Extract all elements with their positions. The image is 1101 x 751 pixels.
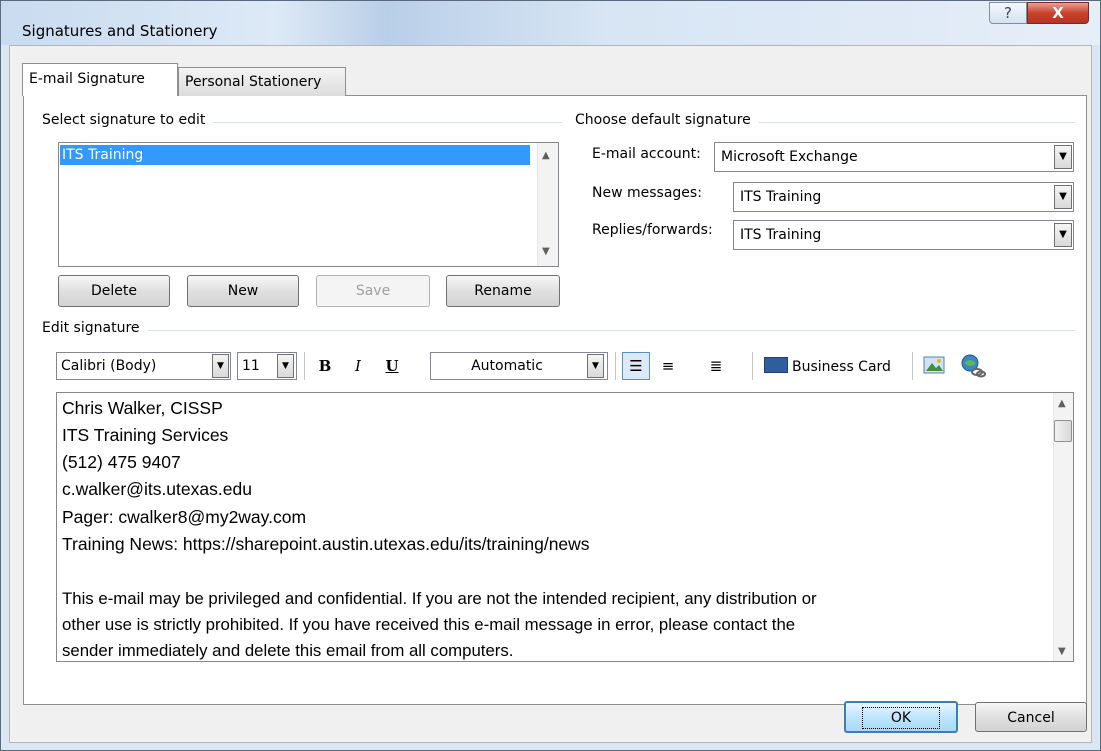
signature-line: (512) 475 9407 <box>62 452 181 472</box>
underline-button[interactable]: U <box>380 353 404 379</box>
tab-personal-stationery[interactable]: Personal Stationery <box>178 67 346 96</box>
chevron-down-icon[interactable]: ▼ <box>1054 185 1072 209</box>
replies-forwards-select[interactable]: ITS Training <box>733 220 1074 250</box>
bold-button[interactable]: B <box>313 353 337 379</box>
tab-email-signature[interactable]: E-mail Signature <box>22 63 178 96</box>
rename-button[interactable]: Rename <box>446 275 560 307</box>
toolbar-separator <box>615 352 616 380</box>
dialog-title: Signatures and Stationery <box>22 22 218 40</box>
chevron-down-icon[interactable]: ▼ <box>212 354 229 378</box>
editor-scroll-thumb[interactable] <box>1054 420 1072 442</box>
align-center-icon: ≡ <box>661 357 675 375</box>
business-card-icon <box>764 357 788 373</box>
scroll-down-icon[interactable]: ▼ <box>1058 646 1066 657</box>
signature-line: ITS Training Services <box>62 425 229 445</box>
scroll-down-icon[interactable]: ▼ <box>542 246 550 257</box>
picture-icon <box>923 356 945 374</box>
signature-line: Pager: cwalker8@my2way.com <box>62 507 307 527</box>
email-account-label: E-mail account: <box>592 146 701 162</box>
choose-default-label: Choose default signature <box>575 112 759 128</box>
signature-line: c.walker@its.utexas.edu <box>62 479 252 499</box>
new-messages-label: New messages: <box>592 185 702 201</box>
email-account-select[interactable]: Microsoft Exchange <box>714 142 1074 172</box>
signature-line: other use is strictly prohibited. If you… <box>62 615 796 634</box>
select-signature-label: Select signature to edit <box>42 112 214 128</box>
save-button[interactable]: Save <box>316 275 430 307</box>
toolbar-separator <box>912 352 913 380</box>
insert-picture-button[interactable] <box>923 355 945 375</box>
signature-line: sender immediately and delete this email… <box>62 641 514 660</box>
signature-list-item[interactable]: ITS Training <box>60 145 530 165</box>
edit-signature-label: Edit signature <box>42 320 148 336</box>
align-center-button[interactable]: ≡ <box>656 353 680 379</box>
chevron-down-icon[interactable]: ▼ <box>277 354 294 378</box>
align-left-icon: ☰ <box>629 357 643 375</box>
font-name-select[interactable]: Calibri (Body) <box>56 352 231 380</box>
scroll-up-icon[interactable]: ▲ <box>542 150 550 161</box>
new-messages-select[interactable]: ITS Training <box>733 182 1074 212</box>
help-button[interactable]: ? <box>989 2 1027 24</box>
edit-group-divider <box>42 330 1075 331</box>
close-button[interactable]: X <box>1027 2 1089 24</box>
font-color-select[interactable]: Automatic <box>430 352 608 380</box>
chevron-down-icon[interactable]: ▼ <box>1054 223 1072 247</box>
align-right-icon: ≣ <box>709 357 723 375</box>
replies-forwards-label: Replies/forwards: <box>592 222 713 238</box>
signature-line: Chris Walker, CISSP <box>62 398 223 418</box>
italic-button[interactable]: I <box>346 353 370 379</box>
ok-button[interactable]: OK <box>844 701 958 733</box>
toolbar-separator <box>752 352 753 380</box>
signature-line: This e-mail may be privileged and confid… <box>62 589 817 608</box>
business-card-button[interactable]: Business Card <box>764 356 891 378</box>
align-left-button[interactable]: ☰ <box>622 352 650 380</box>
hyperlink-icon <box>961 354 986 378</box>
cancel-button[interactable]: Cancel <box>975 702 1087 732</box>
delete-button[interactable]: Delete <box>58 275 170 307</box>
ok-label: OK <box>861 707 941 729</box>
align-right-button[interactable]: ≣ <box>704 353 728 379</box>
chevron-down-icon[interactable]: ▼ <box>587 354 604 378</box>
business-card-label: Business Card <box>792 359 891 375</box>
chevron-down-icon[interactable]: ▼ <box>1054 145 1072 169</box>
signature-line: Training News: https://sharepoint.austin… <box>62 534 590 554</box>
toolbar-separator <box>304 352 305 380</box>
insert-hyperlink-button[interactable] <box>960 354 986 378</box>
scroll-up-icon[interactable]: ▲ <box>1058 398 1066 409</box>
new-button[interactable]: New <box>187 275 299 307</box>
